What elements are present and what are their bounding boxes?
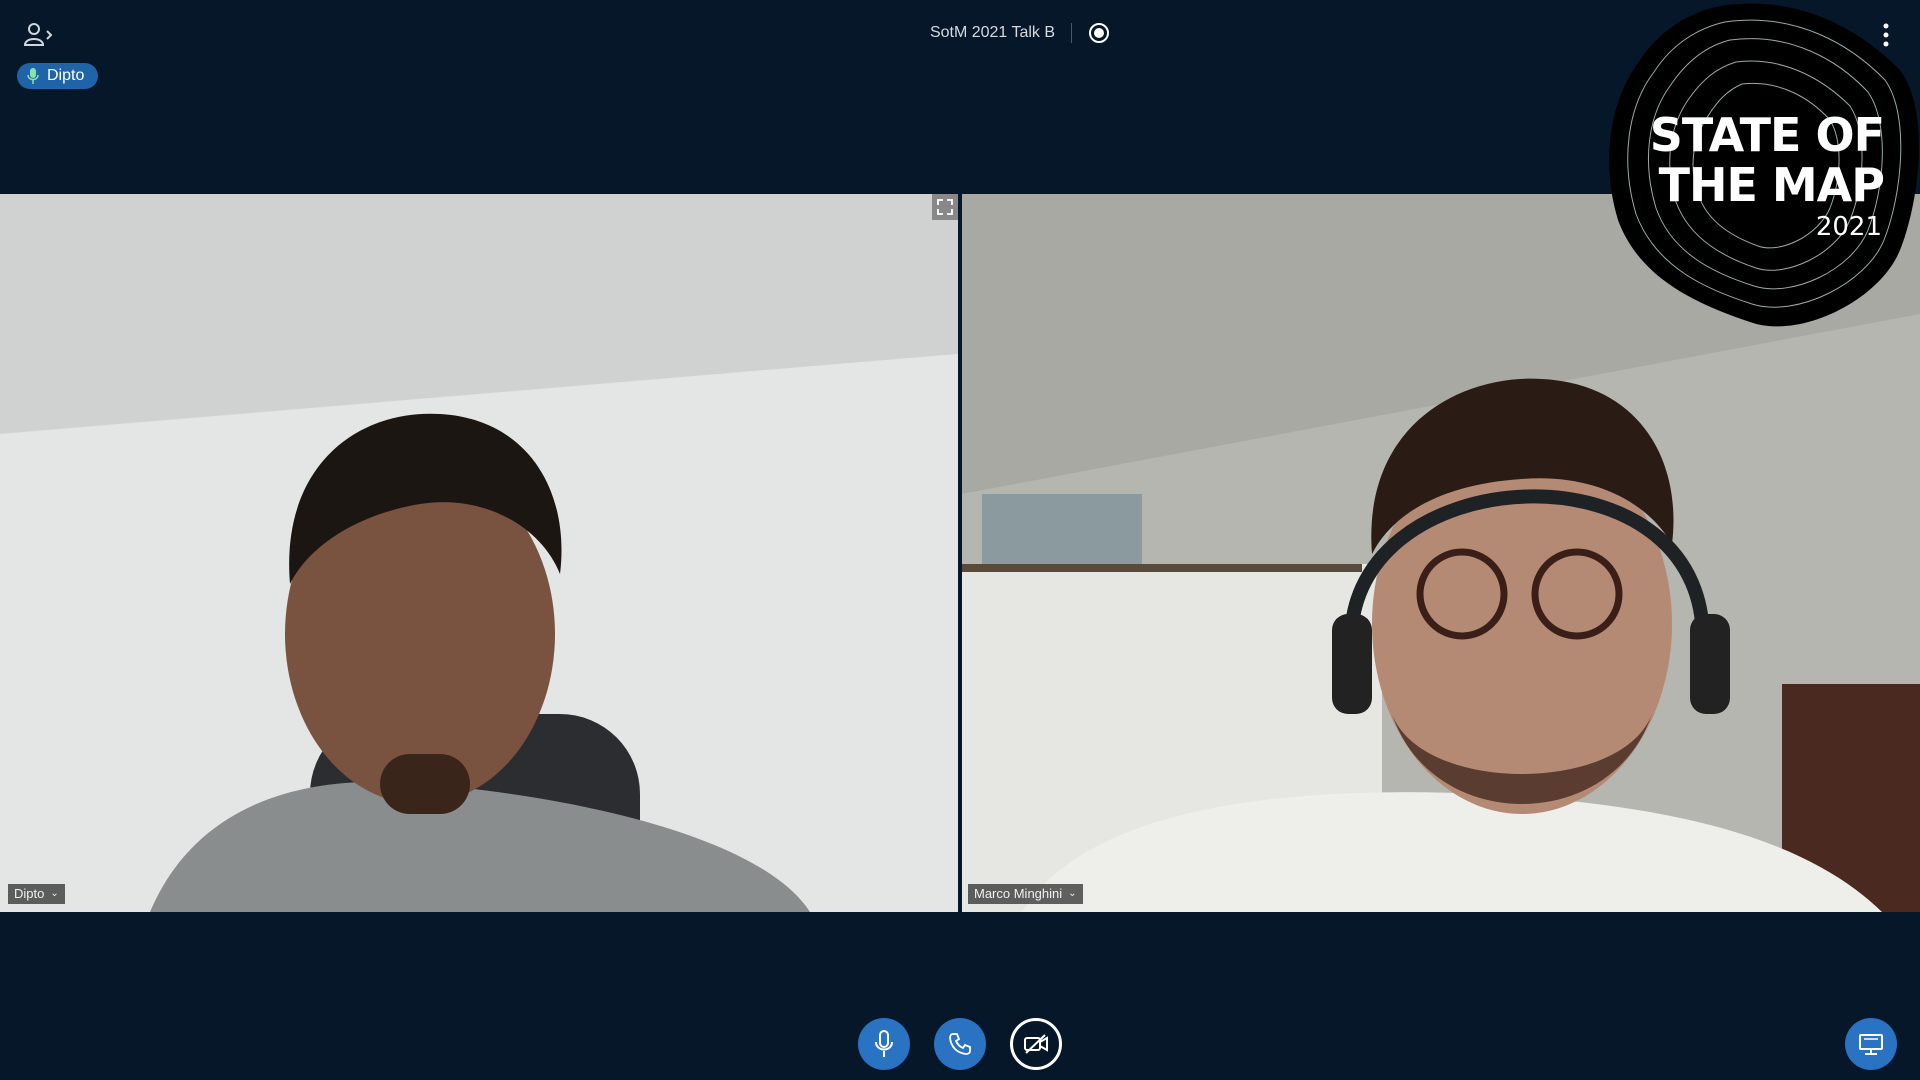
state-of-the-map-logo: STATE OF THE MAP 2021 [1600,0,1920,332]
logo-year: 2021 [1815,212,1882,242]
talker-name: Dipto [47,67,85,84]
title-divider [1071,23,1073,43]
mute-button[interactable] [858,1018,910,1070]
leave-audio-button[interactable] [934,1018,986,1070]
user-list-toggle-button[interactable] [22,20,56,48]
video-feed [0,194,958,912]
user-list-icon [23,23,53,46]
microphone-icon [27,68,39,84]
participant-name-tag[interactable]: Dipto ⌄ [8,884,65,904]
participant-name-tag[interactable]: Marco Minghini ⌄ [968,884,1083,904]
meeting-title-bar: SotM 2021 Talk B [840,22,1200,44]
talking-indicator: Dipto [17,63,99,89]
presentation-icon [1859,1034,1883,1055]
fullscreen-button[interactable] [932,194,958,220]
video-tile-dipto[interactable]: Dipto ⌄ [0,194,958,912]
chevron-down-icon: ⌄ [50,888,59,899]
meeting-title: SotM 2021 Talk B [929,24,1056,41]
presentation-button[interactable] [1845,1018,1897,1070]
chevron-down-icon: ⌄ [1068,888,1077,899]
video-off-icon [1024,1034,1048,1054]
logo-line-2: THE MAP [1658,158,1885,212]
record-icon[interactable] [1088,22,1110,44]
fullscreen-icon [937,199,953,215]
participant-name: Dipto [14,886,45,901]
logo-line-1: STATE OF [1649,108,1885,162]
video-toggle-button[interactable] [1010,1018,1062,1070]
microphone-icon [875,1030,893,1057]
phone-icon [949,1033,971,1055]
participant-name: Marco Minghini [974,886,1063,901]
logo-title: STATE OF THE MAP [1649,108,1885,212]
